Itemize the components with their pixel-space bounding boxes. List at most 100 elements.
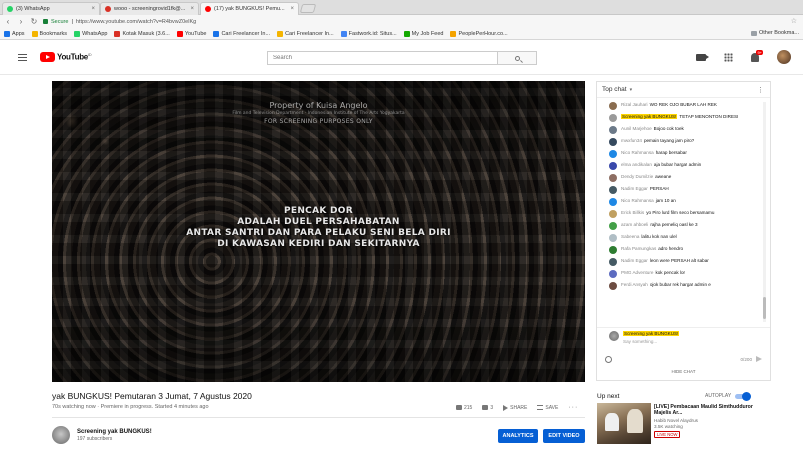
chat-author[interactable]: PMG Adventure — [621, 270, 653, 275]
account-avatar[interactable] — [777, 50, 791, 64]
other-bookmarks[interactable]: Other Bookma... — [750, 30, 799, 36]
chevron-down-icon: ▾ — [629, 87, 633, 93]
recommended-video-thumbnail[interactable] — [597, 403, 651, 444]
avatar[interactable] — [609, 150, 617, 158]
channel-name[interactable]: Screening yak BUNGKUS! — [77, 429, 152, 435]
chat-author[interactable]: Nadim Eggar — [621, 258, 648, 263]
chat-scrollbar[interactable] — [763, 102, 766, 322]
avatar[interactable] — [609, 246, 617, 254]
menu-icon[interactable] — [18, 54, 27, 61]
avatar[interactable] — [609, 258, 617, 266]
bookmark-item[interactable]: My Job Feed — [403, 30, 443, 37]
chat-author[interactable]: Sabeena — [621, 234, 639, 239]
chat-author[interactable]: azam ahboeli — [621, 222, 648, 227]
chat-message: Rafa Pamungkas adro hendro — [597, 244, 763, 256]
youtube-icon — [205, 6, 211, 12]
bookmark-item[interactable]: Apps — [4, 30, 25, 37]
bookmark-item[interactable]: Cari Freelancer In... — [277, 30, 334, 37]
bookmark-item[interactable]: Bookmarks — [31, 30, 67, 37]
search-button[interactable] — [497, 51, 537, 65]
forward-icon[interactable]: › — [17, 17, 25, 26]
fastwork-icon — [340, 30, 347, 37]
video-caption: PENCAK DOR ADALAH DUEL PERSAHABATAN ANTA… — [186, 206, 451, 249]
avatar[interactable] — [609, 138, 617, 146]
chat-author[interactable]: Nico Rahmansa — [621, 198, 654, 203]
avatar[interactable] — [609, 222, 617, 230]
youtube-logo[interactable]: YouTubeID — [40, 52, 92, 62]
chat-message: elma andikalan aja bubar harga! admin — [597, 160, 763, 172]
browser-tab-youtube[interactable]: (17) yak BUNGKUS! Pemu... × — [200, 2, 299, 15]
chat-message: Nadim Eggar leon were PERSAH alt sabar — [597, 256, 763, 268]
divider — [52, 417, 585, 418]
hide-chat-button[interactable]: HIDE CHAT — [597, 369, 770, 374]
url-text[interactable]: https://www.youtube.com/watch?v=R4bvwZ0e… — [76, 19, 196, 25]
save-button[interactable]: SAVE — [537, 405, 558, 411]
chat-author[interactable]: Ferdi Ansyah — [621, 282, 648, 287]
autoplay-toggle[interactable] — [735, 391, 752, 401]
chat-author[interactable]: mwxfun34 — [621, 138, 642, 143]
search-input[interactable] — [267, 51, 497, 65]
create-video-icon[interactable] — [696, 53, 709, 61]
chat-author[interactable]: Aunil Marjehoe — [621, 126, 652, 131]
video-player[interactable]: Property of Kuisa Angelo Film and Televi… — [52, 81, 585, 382]
notifications-bell-icon[interactable]: 9+ — [751, 49, 763, 62]
chat-text: WO REK OJO BUBAR LAH REK — [649, 102, 717, 107]
chat-author[interactable]: Nico Rahmansa — [621, 150, 654, 155]
chat-author[interactable]: Rafa Pamungkas — [621, 246, 656, 251]
gmail-icon — [114, 30, 121, 37]
channel-avatar[interactable] — [52, 426, 70, 444]
chat-author[interactable]: Nadim Eggar — [621, 186, 648, 191]
apps-grid-icon[interactable] — [724, 52, 733, 62]
bookmark-item[interactable]: YouTube — [176, 30, 206, 37]
chat-message: mwxfun34 pemain tayang jam piro? — [597, 136, 763, 148]
avatar[interactable] — [609, 210, 617, 218]
reload-icon[interactable]: ↻ — [30, 17, 38, 26]
recommended-video-title[interactable]: [LIVE] Pembacaan Maulid Simthudduror Maj… — [654, 404, 764, 416]
watermark-notice: FOR SCREENING PURPOSES ONLY — [264, 118, 373, 125]
bookmark-item[interactable]: PeoplePerHour.co... — [450, 30, 508, 37]
analytics-button[interactable]: ANALYTICS — [498, 429, 538, 443]
more-actions-icon[interactable]: ··· — [568, 404, 578, 411]
bookmarks-bar: Apps Bookmarks WhatsApp Kotak Masuk (3.6...… — [0, 28, 803, 40]
avatar[interactable] — [609, 282, 617, 290]
bookmark-item[interactable]: Cari Freelancer In... — [213, 30, 270, 37]
omnibox[interactable]: Secure | https://www.youtube.com/watch?v… — [43, 19, 196, 25]
bookmark-item[interactable]: Kotak Masuk (3.6... — [114, 30, 170, 37]
chat-input[interactable]: Say something... — [623, 339, 679, 344]
bookmark-item[interactable]: Fastwork.id: Situs... — [340, 30, 397, 37]
share-button[interactable]: SHARE — [503, 404, 527, 411]
avatar[interactable] — [609, 174, 617, 182]
back-icon[interactable]: ‹ — [4, 17, 12, 26]
avatar[interactable] — [609, 102, 617, 110]
send-icon[interactable] — [756, 356, 762, 362]
avatar[interactable] — [609, 114, 617, 122]
browser-tab-whatsapp[interactable]: (3) WhatsApp × — [2, 2, 100, 15]
close-icon[interactable]: × — [91, 6, 95, 12]
avatar[interactable] — [609, 186, 617, 194]
emoji-icon[interactable] — [605, 355, 612, 363]
edit-video-button[interactable]: EDIT VIDEO — [543, 429, 585, 443]
up-next-label: Up next — [597, 393, 620, 400]
bookmark-star-icon[interactable]: ☆ — [791, 17, 797, 25]
bookmark-item[interactable]: WhatsApp — [74, 30, 107, 37]
browser-tab-gmail[interactable]: wooo - screeningrovid1fk@... × — [100, 2, 199, 15]
chat-author[interactable]: Erick Billkis — [621, 210, 644, 215]
chat-author[interactable]: Rizal Jauhari — [621, 102, 648, 107]
avatar[interactable] — [609, 162, 617, 170]
avatar[interactable] — [609, 270, 617, 278]
avatar[interactable] — [609, 126, 617, 134]
new-tab-button[interactable] — [299, 4, 317, 13]
avatar[interactable] — [609, 234, 617, 242]
close-icon[interactable]: × — [190, 6, 194, 12]
close-icon[interactable]: × — [290, 6, 294, 12]
like-button[interactable]: 215 — [456, 405, 472, 411]
top-chat-dropdown[interactable]: Top chat ▾ — [602, 86, 632, 93]
chat-message: Ferdi Ansyah ojok bubar rek harga! admin … — [597, 280, 763, 292]
avatar[interactable] — [609, 198, 617, 206]
chat-author[interactable]: Dendy Dumilzie — [621, 174, 653, 179]
dislike-button[interactable]: 3 — [482, 405, 493, 411]
chat-more-icon[interactable]: ⋮ — [757, 86, 764, 94]
chat-message: Nico Rahmansa harap bersabar — [597, 148, 763, 160]
chat-author[interactable]: elma andikalan — [621, 162, 652, 167]
chat-author[interactable]: Screening yak BUNGKUS! — [621, 114, 678, 119]
